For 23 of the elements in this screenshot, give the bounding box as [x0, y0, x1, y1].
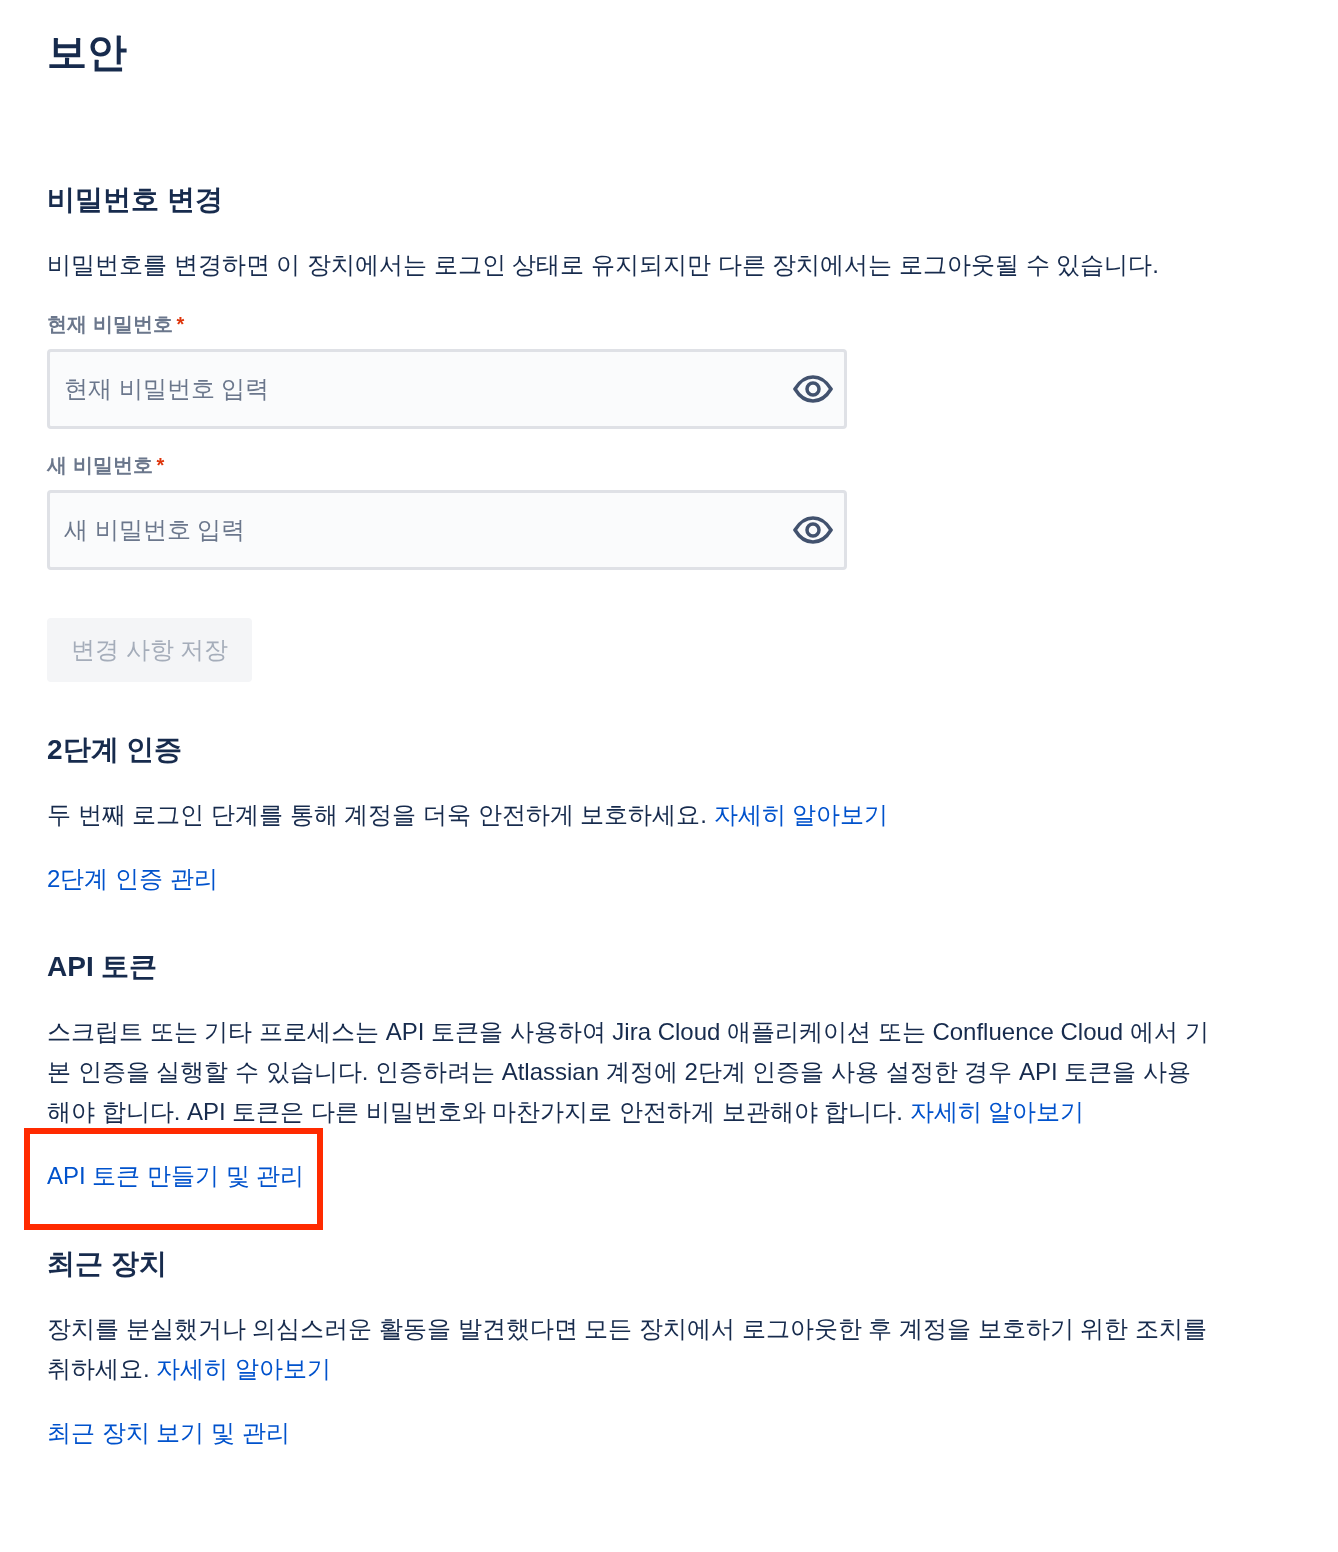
field-label: 현재 비밀번호 — [47, 312, 173, 337]
section-heading: API 토큰 — [47, 950, 159, 984]
description: 두 번째 로그인 단계를 통해 계정을 더욱 안전하게 보호하세요. 자세히 알아보기 — [47, 800, 890, 830]
required-mark: * — [156, 453, 165, 478]
page-title: 보안 — [47, 29, 128, 76]
password-field[interactable]: 현재 비밀번호 입력 — [47, 349, 847, 429]
section-heading: 비밀번호 변경 — [47, 183, 224, 217]
action-link[interactable]: API 토큰 만들기 및 관리 — [24, 1128, 324, 1230]
section-heading: 최근 장치 — [47, 1247, 168, 1281]
field-label: 새 비밀번호 — [47, 453, 153, 478]
section-heading: 2단계 인증 — [47, 733, 184, 767]
description: 스크립트 또는 기타 프로세스는 API 토큰을 사용하여 Jira Cloud 애플리케이션 또는 Confluence Cloud 에서 기본 인증을 실행할 수 있습니다. 인증하려는 Atlassian 계정에 2단계 인증을 사용 설정한 경우 API 토큰을 사용해야 합니다. API 토큰은 다른 비밀번호와 마찬가지로 안전하게 보관해야 합니다. 자세히 알아보기 — [47, 1017, 1210, 1127]
learn-more-link[interactable]: 자세히 알아보기 — [909, 1098, 1085, 1125]
eye-icon[interactable] — [793, 375, 833, 403]
required-mark: * — [176, 312, 185, 337]
learn-more-link[interactable]: 자세히 알아보기 — [713, 801, 889, 828]
action-link[interactable]: 최근 장치 보기 및 관리 — [47, 1413, 290, 1453]
password-field[interactable]: 새 비밀번호 입력 — [47, 490, 847, 570]
learn-more-link[interactable]: 자세히 알아보기 — [156, 1355, 331, 1382]
description: 비밀번호를 변경하면 이 장치에서는 로그인 상태로 유지되지만 다른 장치에서는 로그아웃될 수 있습니다. — [47, 250, 1160, 280]
eye-icon[interactable] — [793, 516, 833, 544]
action-link[interactable]: 2단계 인증 관리 — [47, 859, 218, 899]
description: 장치를 분실했거나 의심스러운 활동을 발견했다면 모든 장치에서 로그아웃한 후 계정을 보호하기 위한 조치를 취하세요. 자세히 알아보기 — [47, 1314, 1208, 1384]
